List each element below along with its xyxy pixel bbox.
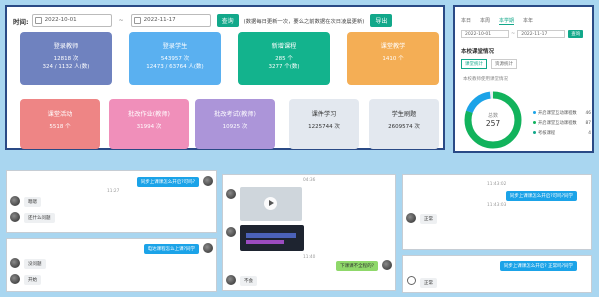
tab-today[interactable]: 本日: [461, 17, 471, 25]
donut-total: 257: [486, 119, 501, 128]
query-button[interactable]: 查询: [216, 14, 239, 27]
user-avatar: [226, 275, 236, 285]
usage-donut-chart: 总数 257: [464, 91, 522, 149]
update-hint: (数据每日更新一次，要么之前数据在次日凌晨更新): [243, 18, 365, 25]
usage-date-filter: 2022-10-01 ~ 2022-11-17 查询: [461, 30, 584, 38]
legend-item: 考核课程 4: [533, 130, 591, 136]
tab-year[interactable]: 本年: [523, 17, 533, 25]
legend-dot-icon: [533, 121, 536, 124]
image-bar-icon: [246, 240, 284, 244]
chat-message-in: 开始: [24, 275, 41, 285]
user-avatar: [226, 227, 236, 237]
sub-tabs: 课堂统计 资源统计: [461, 59, 517, 69]
user-avatar: [10, 258, 20, 268]
user-avatar: [203, 176, 213, 186]
chat-message-in: 嗯嗯: [24, 197, 41, 207]
chat-message-out: 同步上课课怎么开启? 正常吗?同学: [499, 261, 577, 271]
chat-message-in: 没问题: [24, 259, 46, 269]
stat-card-homework-grading[interactable]: 批改作业(教师) 31994 次: [109, 99, 189, 149]
chat-message-out: 下课课不全程的?: [336, 261, 378, 271]
usage-end-date[interactable]: 2022-11-17: [517, 30, 566, 38]
chat-window-4: 11:43:02 同步上课课怎么开启?可吗?同学 11:43:03 正常: [402, 174, 592, 250]
chat-window-1: 同步上课课怎么开启?可吗? 11:27 嗯嗯 还什么问题: [6, 170, 217, 233]
class-usage-panel: 本日 本周 本学期 本年 2022-10-01 ~ 2022-11-17 查询 …: [453, 5, 594, 153]
subtab-class-stats[interactable]: 课堂统计: [461, 59, 487, 69]
export-button[interactable]: 导出: [370, 14, 393, 27]
screenshot-message[interactable]: [240, 225, 304, 251]
usage-stats-panel: 时间: 2022-10-01 ~ 2022-11-17 查询 (数据每日更新一次…: [5, 5, 445, 150]
date-filter-toolbar: 时间: 2022-10-01 ~ 2022-11-17 查询 (数据每日更新一次…: [13, 13, 393, 28]
donut-label: 总数: [488, 112, 498, 119]
chat-time: 11:43:03: [487, 203, 507, 208]
tab-semester[interactable]: 本学期: [499, 17, 515, 25]
user-avatar: [10, 212, 20, 222]
legend-item: 开启课堂互动课程数 87: [533, 120, 591, 126]
user-avatar: [226, 189, 236, 199]
chat-message-in: 还什么问题: [24, 213, 55, 223]
calendar-icon: [133, 17, 141, 24]
chat-message-out: 电达课程怎么上课?同学: [143, 244, 199, 254]
user-avatar: [203, 243, 213, 253]
subtab-resource-stats[interactable]: 资源统计: [491, 59, 517, 69]
smiley-icon: [407, 276, 416, 285]
end-date-input[interactable]: 2022-11-17: [130, 14, 211, 27]
chat-message-in: 正常: [420, 214, 437, 224]
play-triangle-icon: [269, 200, 274, 206]
stat-card-student-login[interactable]: 登录学生 543957 次 12473 / 63764 人(数): [129, 32, 221, 85]
chat-window-3: 04:36 11:40 下课课不全程的? 不会: [222, 174, 396, 291]
stat-card-teacher-login[interactable]: 登录教师 12818 次 324 / 1132 人(数): [20, 32, 112, 85]
usage-caption: 本校教师使用课堂情况: [463, 77, 508, 82]
stat-card-new-courses[interactable]: 新增课程 285 个 3277 个(数): [238, 32, 330, 85]
usage-search-button[interactable]: 查询: [568, 30, 584, 38]
start-date-input[interactable]: 2022-10-01: [31, 14, 112, 27]
user-avatar: [406, 213, 416, 223]
legend-item: 开启课堂互动课程数 46: [533, 110, 591, 116]
tab-week[interactable]: 本周: [480, 17, 490, 25]
chat-time: 11:27: [107, 189, 120, 194]
chat-message-out: 同步上课课怎么开启?可吗?同学: [505, 191, 577, 201]
time-label: 时间:: [13, 17, 29, 26]
stat-card-courseware-study[interactable]: 课件学习 1225744 次: [289, 99, 359, 149]
stat-card-class-activities[interactable]: 课堂活动 5518 个: [20, 99, 100, 149]
legend-dot-icon: [533, 131, 536, 134]
section-title: 本校课堂情况: [461, 49, 495, 55]
chat-message-in: 正常: [420, 278, 437, 288]
user-avatar: [10, 274, 20, 284]
stat-card-exam-grading[interactable]: 批改考试(教师) 10925 次: [195, 99, 275, 149]
chat-time: 11:40: [303, 255, 316, 260]
chat-window-2: 电达课程怎么上课?同学 没问题 开始: [6, 238, 217, 292]
stat-card-student-practice[interactable]: 学生刷题 2609574 次: [369, 99, 439, 149]
video-message[interactable]: [240, 187, 302, 221]
user-avatar: [10, 196, 20, 206]
user-avatar: [382, 260, 392, 270]
chat-message-out: 同步上课课怎么开启?可吗?: [136, 177, 199, 187]
chat-time: 11:43:02: [487, 182, 507, 187]
stat-card-class-teaching[interactable]: 课堂教学 1410 个: [347, 32, 439, 85]
usage-start-date[interactable]: 2022-10-01: [461, 30, 509, 38]
chat-message-in: 不会: [240, 276, 257, 286]
chat-window-5: 同步上课课怎么开启? 正常吗?同学 正常: [402, 255, 592, 293]
period-tabs: 本日 本周 本学期 本年: [461, 17, 533, 25]
chat-header-time: 04:36: [303, 178, 316, 183]
legend-dot-icon: [533, 111, 536, 114]
image-bar-icon: [246, 233, 296, 238]
calendar-icon: [34, 17, 42, 24]
date-separator: ~: [118, 17, 124, 24]
